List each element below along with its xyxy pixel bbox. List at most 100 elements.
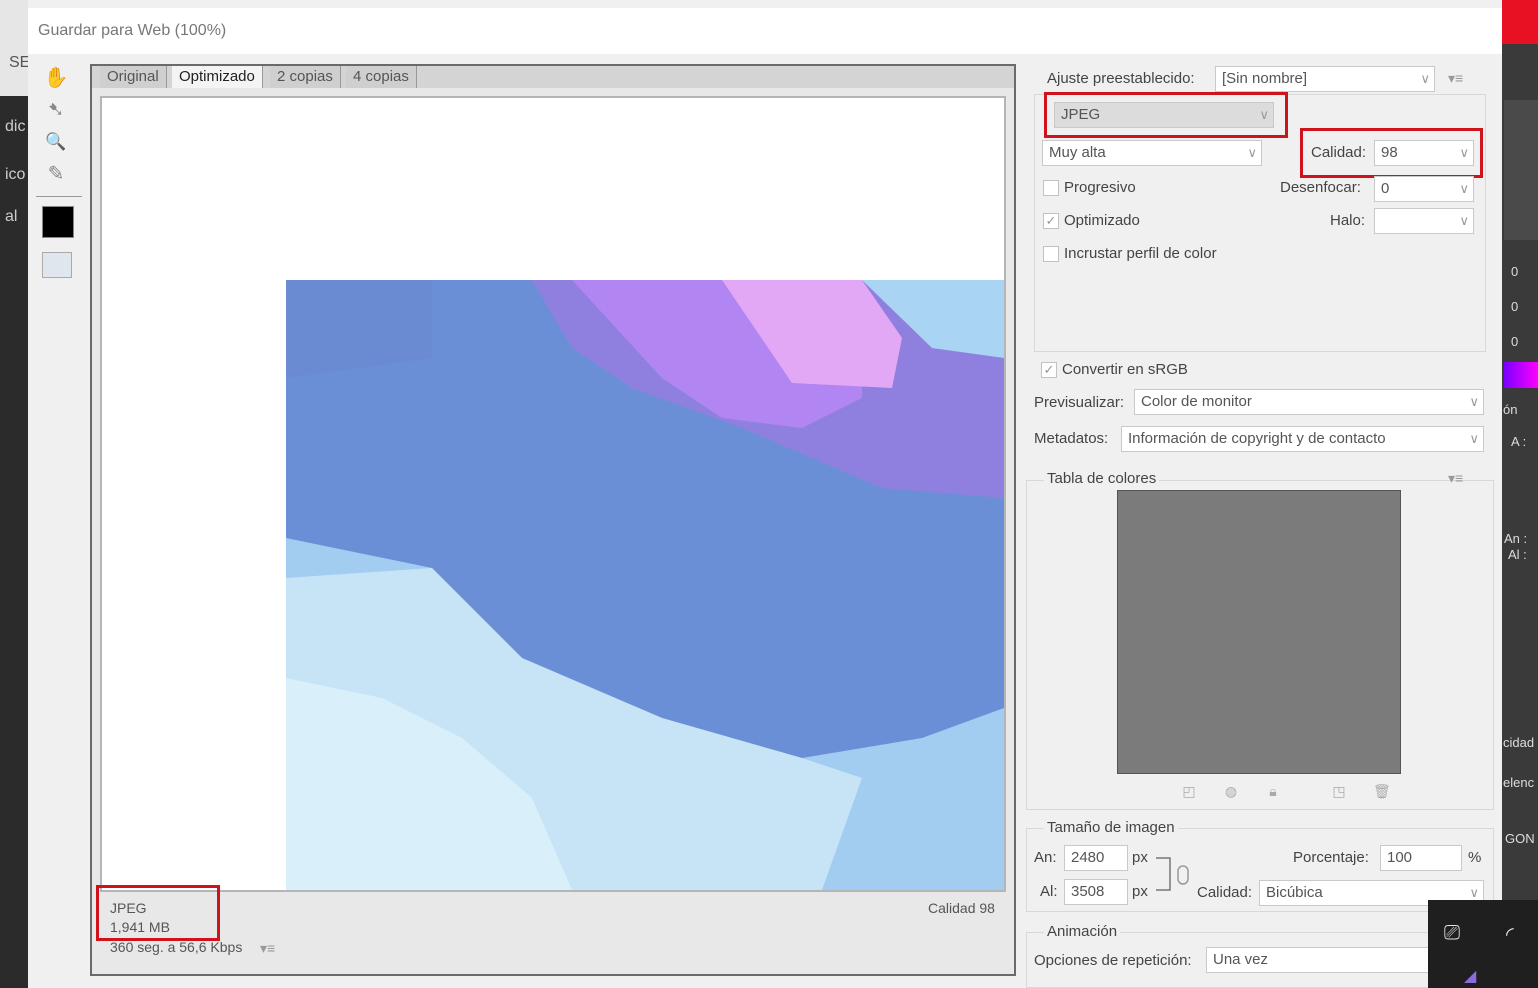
height-value: 3508 [1071,883,1105,900]
close-window-button[interactable] [1502,0,1538,44]
toggle-slices-visibility-button[interactable] [42,252,72,278]
tab-4-up[interactable]: 4 copias [346,66,417,88]
quality-preset-value: Muy alta [1049,144,1106,161]
tab-optimized[interactable]: Optimizado [172,66,263,88]
percent-label: Porcentaje: [1293,849,1369,866]
chevron-down-icon: ∨ [1459,181,1469,196]
eyedropper-tool-icon[interactable]: ✎ [42,160,70,188]
loop-options-label: Opciones de repetición: [1034,952,1192,969]
web-shift-icon[interactable]: ◍ [1223,783,1239,799]
map-to-transparent-icon[interactable]: ◰ [1181,783,1197,799]
hand-tool-icon[interactable]: ✋ [42,64,70,92]
color-table-menu-icon[interactable]: ▾≡ [1448,470,1463,487]
image-size-title: Tamaño de imagen [1044,819,1178,836]
preset-select[interactable]: [Sin nombre] ∨ [1215,66,1435,92]
zoom-tool-icon[interactable]: 🔍 [42,128,70,156]
new-color-icon[interactable]: ◳ [1331,783,1347,799]
progressive-label: Progresivo [1064,179,1136,196]
percent-unit: % [1468,849,1482,866]
percent-value: 100 [1387,849,1413,866]
preset-value: [Sin nombre] [1222,70,1308,87]
device-icon[interactable]: ⎚ [1444,922,1460,945]
tools-column: ✋ ➷ 🔍 ✎ [36,62,82,362]
background-label: cidad [1503,735,1535,750]
download-speed-menu-icon[interactable]: ▾≡ [260,940,275,957]
metadata-select[interactable]: Información de copyright y de contacto ∨ [1121,426,1484,452]
percent-input[interactable]: 100 [1380,845,1462,871]
image-preview-canvas[interactable] [100,96,1006,892]
background-label: GON [1505,831,1535,846]
background-app-label: ico [5,166,26,183]
width-unit: px [1132,849,1148,866]
optimized-checkbox[interactable]: ✓ [1043,213,1059,229]
loop-options-value: Una vez [1213,951,1269,968]
preview-tabs: Original Optimizado 2 copias 4 copias [92,66,1014,88]
status-download-time: 360 seg. a 56,6 Kbps [110,939,243,955]
background-label: An : [1504,531,1528,546]
eyedropper-color-swatch[interactable] [42,206,74,238]
background-app-left-edge [0,0,28,988]
blur-value: 0 [1381,180,1390,197]
background-app-label: al [5,208,18,225]
chevron-down-icon: ∨ [1420,71,1430,86]
blur-label: Desenfocar: [1280,179,1361,196]
convert-srgb-checkbox[interactable]: ✓ [1041,362,1057,378]
resample-quality-value: Bicúbica [1266,884,1323,901]
height-label: Al: [1040,883,1058,900]
background-value: 0 [1511,299,1519,314]
lock-color-icon[interactable]: 🔒︎ [1265,783,1281,799]
background-gradient-swatch [1504,362,1538,388]
height-input[interactable]: 3508 [1064,879,1128,905]
embed-color-profile-checkbox[interactable] [1043,246,1059,262]
progressive-checkbox[interactable] [1043,180,1059,196]
chevron-down-icon: ∨ [1247,145,1257,160]
preview-artwork [286,280,1004,890]
highlight-box [96,885,220,941]
background-app-left-header [0,0,28,96]
background-value: 0 [1511,264,1519,279]
width-value: 2480 [1071,849,1105,866]
link-constrain-icon[interactable] [1156,852,1196,898]
preview-label: Previsualizar: [1034,394,1125,411]
metadata-value: Información de copyright y de contacto [1128,430,1386,447]
slice-select-tool-icon[interactable]: ➷ [42,96,70,124]
wifi-icon[interactable]: ◜ [1506,922,1514,947]
pen-icon[interactable]: ◢ [1464,966,1476,986]
background-label: Al : [1508,547,1527,562]
chevron-down-icon: ∨ [1469,394,1479,409]
preview-select[interactable]: Color de monitor ∨ [1134,389,1484,415]
resample-quality-label: Calidad: [1197,884,1253,901]
animation-title: Animación [1044,923,1121,940]
blur-input[interactable]: 0 ∨ [1374,176,1474,202]
dialog-title-bar[interactable] [28,8,1502,54]
optimized-label: Optimizado [1064,212,1140,229]
color-table-swatches[interactable] [1117,490,1401,774]
background-value: 0 [1511,334,1519,349]
highlight-box [1300,128,1483,178]
preview-value: Color de monitor [1141,393,1252,410]
background-label: ón [1503,402,1518,417]
tools-divider [36,196,82,197]
tab-original[interactable]: Original [100,66,167,88]
trash-icon[interactable]: 🗑︎ [1373,783,1391,799]
width-label: An: [1034,849,1057,866]
convert-srgb-label: Convertir en sRGB [1062,361,1188,378]
background-panel-block [1504,100,1538,240]
background-label: elenc [1503,775,1535,790]
chevron-down-icon: ∨ [1459,213,1469,228]
highlight-box [1044,92,1288,138]
tab-2-up[interactable]: 2 copias [270,66,341,88]
metadata-label: Metadatos: [1034,430,1109,447]
preset-label: Ajuste preestablecido: [1047,70,1195,87]
status-quality: Calidad 98 [928,900,995,916]
matte-select[interactable]: ∨ [1374,208,1474,234]
taskbar-tray: ⎚ ◜ ◢ [1428,900,1538,988]
dialog-title: Guardar para Web (100%) [38,22,227,39]
matte-label: Halo: [1330,212,1366,229]
quality-preset-select[interactable]: Muy alta ∨ [1042,140,1262,166]
background-app-label: dic [5,118,26,135]
width-input[interactable]: 2480 [1064,845,1128,871]
preset-menu-icon[interactable]: ▾≡ [1448,70,1463,87]
embed-color-profile-label: Incrustar perfil de color [1064,245,1217,262]
height-unit: px [1132,883,1148,900]
